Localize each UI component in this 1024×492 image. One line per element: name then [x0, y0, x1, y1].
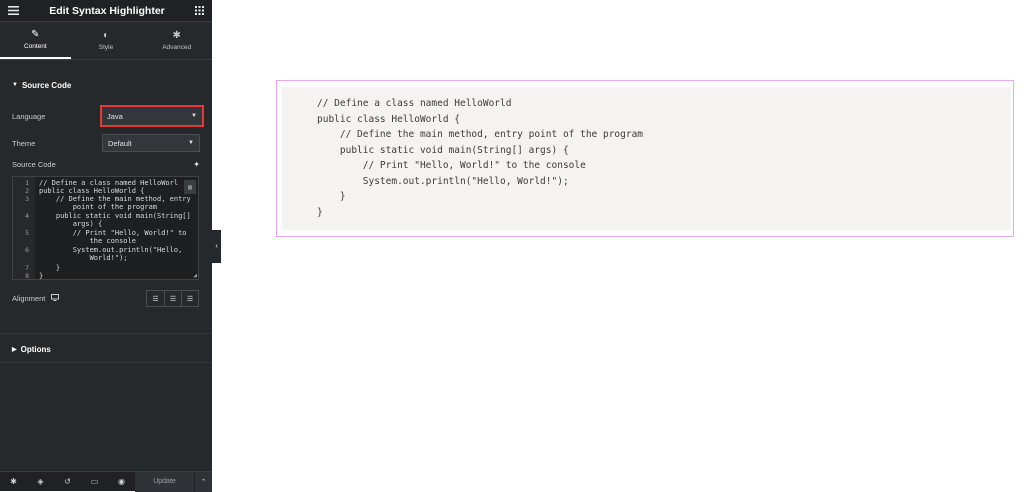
code-line: System.out.println("Hello, World!"); — [317, 176, 569, 187]
panel-header: Edit Syntax Highlighter — [0, 0, 212, 22]
code-line: // Define the main method, entry point o… — [317, 129, 644, 140]
editor-line: 8} — [25, 272, 44, 280]
editor-line: 4 public static void main(String[] — [25, 212, 191, 220]
code-line: public class HelloWorld { — [317, 114, 460, 125]
theme-select[interactable]: Default ▼ — [102, 134, 200, 152]
preview-eye-icon[interactable]: ◉ — [108, 477, 135, 486]
copy-icon[interactable]: ▤ — [184, 180, 196, 194]
tab-style-label: Style — [98, 43, 114, 51]
tab-content[interactable]: ✎ Content — [0, 22, 71, 59]
alignment-label: Alignment — [12, 294, 46, 303]
editor-line: 7 } — [25, 264, 61, 272]
code-line: } — [317, 191, 346, 202]
editor-line: 5 // Print "Hello, World!" to — [25, 229, 187, 237]
gear-icon: ✱ — [172, 29, 181, 41]
language-row: Language Java ▼ — [0, 105, 212, 127]
resize-handle-icon[interactable]: ◢ — [193, 272, 197, 279]
section-divider — [0, 333, 212, 334]
language-select[interactable]: Java ▼ — [100, 105, 204, 127]
source-code-label: Source Code — [12, 160, 56, 169]
panel-tabs: ✎ Content ◐ Style ✱ Advanced — [0, 22, 212, 60]
source-code-row: Source Code ✦ — [0, 160, 212, 169]
section-options-header[interactable]: ▶ Options — [0, 339, 63, 359]
editor-line: 1// Define a class named HelloWorl — [25, 179, 179, 187]
ai-sparkle-icon[interactable]: ✦ — [193, 160, 200, 169]
grid-apps-icon[interactable] — [194, 6, 204, 15]
panel-footer: ✱ ◈ ↺ ▭ ◉ Update ⌃ — [0, 471, 212, 492]
collapse-panel-button[interactable]: ‹ — [212, 230, 221, 263]
theme-label: Theme — [12, 138, 36, 148]
tab-content-label: Content — [23, 42, 47, 50]
dropdown-arrow-icon: ▼ — [191, 113, 197, 119]
editor-line: 6 System.out.println("Hello, — [25, 246, 183, 254]
alignment-button-group: ☰ ☰ ☰ — [146, 290, 199, 307]
editor-panel: Edit Syntax Highlighter ✎ Content ◐ Styl… — [0, 0, 212, 492]
code-preview-block: // Define a class named HelloWorld publi… — [282, 87, 1011, 230]
section-divider — [0, 362, 212, 363]
source-code-editor[interactable]: 1// Define a class named HelloWorl 2 publ… — [12, 176, 199, 280]
chevron-up-icon[interactable]: ⌃ — [194, 471, 212, 492]
editor-line: point of the program — [39, 203, 158, 211]
section-source-code-header[interactable]: ▼ Source Code — [0, 75, 83, 95]
dropdown-arrow-icon: ▼ — [188, 140, 194, 146]
layers-icon[interactable]: ◈ — [27, 477, 54, 486]
code-line: public static void main(String[] args) { — [317, 145, 569, 156]
align-right-button[interactable]: ☰ — [181, 291, 198, 306]
code-line: } — [317, 207, 323, 218]
tab-style[interactable]: ◐ Style — [71, 22, 142, 59]
language-select-value: Java — [107, 111, 123, 121]
section-options-title: Options — [20, 344, 51, 354]
update-button[interactable]: Update — [135, 471, 194, 492]
alignment-row: Alignment ☰ ☰ ☰ — [0, 290, 212, 307]
panel-title: Edit Syntax Highlighter — [49, 4, 165, 17]
align-center-button[interactable]: ☰ — [164, 291, 181, 306]
theme-row: Theme Default ▼ — [0, 134, 212, 152]
code-line: // Print "Hello, World!" to the console — [317, 160, 586, 171]
theme-select-value: Default — [108, 138, 132, 148]
editor-line: World!"); — [39, 254, 128, 262]
editor-line: 2 public class HelloWorld { — [25, 187, 145, 195]
tab-advanced-label: Advanced — [162, 43, 192, 51]
caret-down-icon: ▼ — [12, 82, 18, 88]
editor-line: the console — [39, 237, 136, 245]
tab-advanced[interactable]: ✱ Advanced — [141, 22, 212, 59]
settings-icon[interactable]: ✱ — [0, 477, 27, 486]
pencil-icon: ✎ — [31, 28, 40, 40]
history-icon[interactable]: ↺ — [54, 477, 81, 486]
hamburger-menu-icon[interactable] — [8, 6, 19, 15]
responsive-mode-icon[interactable]: ▭ — [81, 477, 108, 486]
desktop-icon[interactable] — [51, 294, 60, 303]
code-line: // Define a class named HelloWorld — [317, 98, 512, 109]
section-source-code-title: Source Code — [21, 80, 72, 90]
editor-line: args) { — [39, 220, 103, 228]
contrast-icon: ◐ — [102, 29, 110, 41]
caret-right-icon: ▶ — [12, 346, 17, 353]
editor-line: 3 // Define the main method, entry — [25, 195, 191, 203]
align-left-button[interactable]: ☰ — [147, 291, 164, 306]
language-label: Language — [12, 111, 46, 121]
